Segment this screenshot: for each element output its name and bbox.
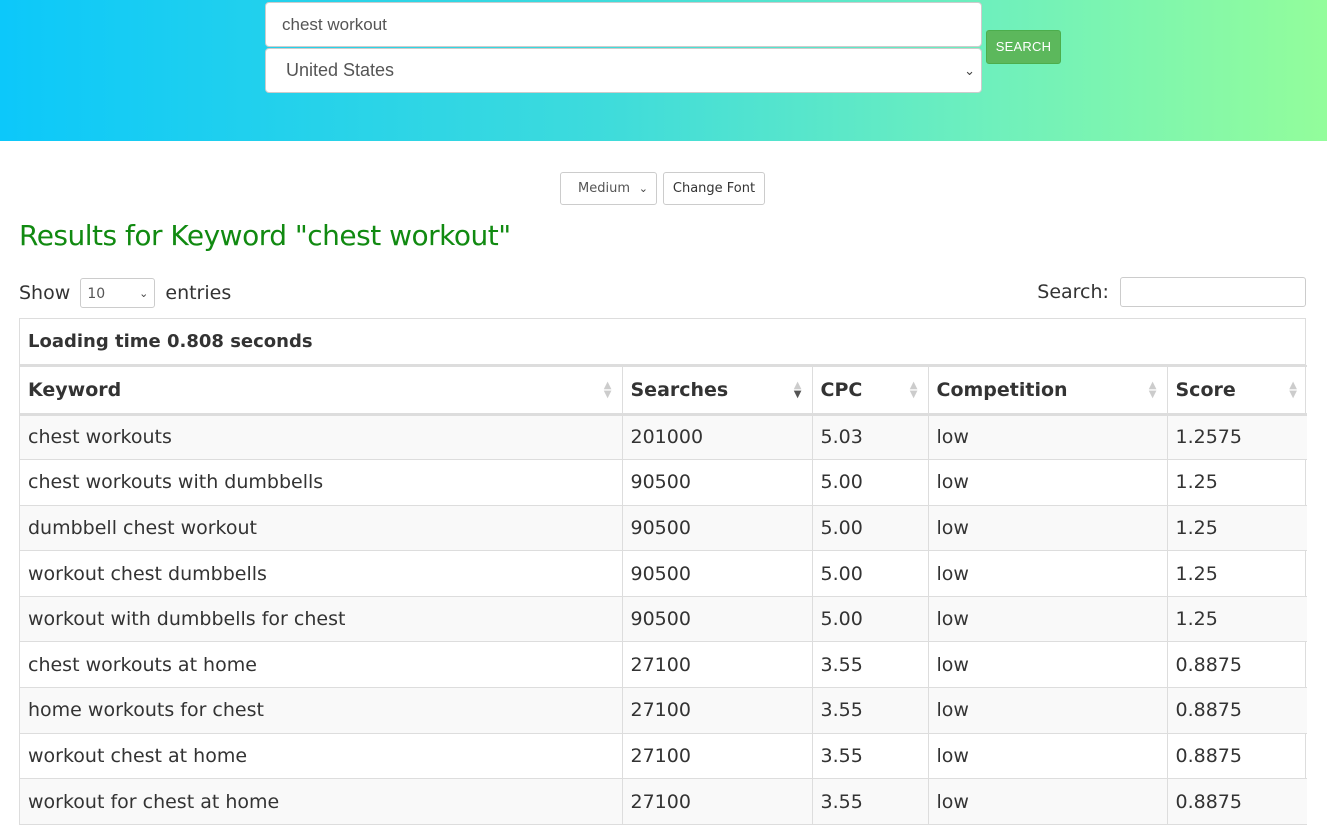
entries-label: entries [165, 282, 232, 304]
cpc-cell: 3.55 [811, 641, 928, 689]
score-cell: 0.8875 [1166, 733, 1307, 780]
entries-value: 10 [87, 286, 106, 302]
keyword-input[interactable]: chest workout [265, 2, 982, 47]
table-row: dumbbell chest workout 90500 5.00 low 1.25 [20, 505, 1307, 552]
searches-cell: 90500 [621, 596, 812, 643]
keyword-cell: dumbbell chest workout [20, 505, 622, 552]
score-cell: 1.25 [1166, 596, 1307, 643]
table-row: workout with dumbbells for chest 90500 5.0… [20, 596, 1307, 643]
searches-cell: 27100 [621, 778, 812, 825]
keyword-cell: workout chest at home [20, 733, 622, 780]
sort-icon: ▲ ▼ [1148, 380, 1157, 400]
chevron-down-icon: ⌄ [964, 63, 975, 78]
competition-cell: low [927, 459, 1167, 506]
keyword-cell: chest workouts with dumbbells [20, 459, 622, 506]
column-header-score[interactable]: Score ▲ ▼ [1166, 365, 1307, 416]
column-header-searches[interactable]: Searches ▲ ▼ [621, 365, 812, 416]
font-size-value: Medium [578, 181, 630, 196]
competition-cell: low [927, 505, 1167, 552]
table-search-input[interactable] [1120, 277, 1306, 307]
competition-cell: low [927, 641, 1167, 689]
table-row: chest workouts 201000 5.03 low 1.2575 [20, 414, 1307, 461]
keyword-cell: chest workouts [20, 414, 622, 461]
results-title: Results for Keyword "chest workout" [19, 219, 511, 252]
change-font-button[interactable]: Change Font [663, 172, 765, 205]
keyword-cell: chest workouts at home [20, 641, 622, 689]
competition-cell: low [927, 778, 1167, 825]
cpc-cell: 5.03 [811, 414, 928, 461]
table-row: home workouts for chest 27100 3.55 low 0.887… [20, 687, 1307, 734]
table-row: chest workouts at home 27100 3.55 low 0.8875 [20, 641, 1307, 689]
show-label: Show [19, 282, 71, 304]
table-row: workout chest dumbbells 90500 5.00 low 1.25 [20, 550, 1307, 597]
competition-cell: low [927, 596, 1167, 643]
keyword-cell: workout with dumbbells for chest [20, 596, 622, 643]
score-cell: 1.2575 [1166, 414, 1307, 461]
cpc-cell: 3.55 [811, 733, 928, 780]
cpc-cell: 5.00 [811, 596, 928, 643]
competition-cell: low [927, 550, 1167, 597]
competition-cell: low [927, 687, 1167, 734]
searches-cell: 90500 [621, 459, 812, 506]
header-banner: chest workout United States ⌄ SEARCH [0, 0, 1327, 141]
column-header-competition[interactable]: Competition ▲ ▼ [927, 365, 1167, 416]
competition-cell: low [927, 414, 1167, 461]
search-label: Search: [1037, 281, 1109, 303]
cpc-cell: 5.00 [811, 505, 928, 552]
search-button[interactable]: SEARCH [986, 30, 1061, 64]
entries-select[interactable]: 10 ⌄ [80, 278, 156, 308]
score-cell: 1.25 [1166, 459, 1307, 506]
column-header-cpc[interactable]: CPC ▲ ▼ [811, 365, 928, 416]
chevron-down-icon: ⌄ [139, 287, 149, 300]
searches-cell: 90500 [621, 505, 812, 552]
cpc-cell: 5.00 [811, 459, 928, 506]
keyword-cell: home workouts for chest [20, 687, 622, 734]
table-row: workout for chest at home 27100 3.55 low 0.8… [20, 778, 1307, 825]
country-select[interactable]: United States ⌄ [265, 48, 982, 93]
score-cell: 1.25 [1166, 505, 1307, 552]
keyword-cell: workout chest dumbbells [20, 550, 622, 597]
font-size-select[interactable]: Medium ⌄ [560, 172, 657, 205]
table-row: chest workouts with dumbbells 90500 5.00 lo… [20, 459, 1307, 506]
table-row: workout chest at home 27100 3.55 low 0.8875 [20, 733, 1307, 780]
sort-icon: ▲ ▼ [603, 380, 612, 400]
competition-cell: low [927, 733, 1167, 780]
table-filter: Search: [1037, 277, 1306, 307]
score-cell: 0.8875 [1166, 641, 1307, 689]
score-cell: 1.25 [1166, 550, 1307, 597]
searches-cell: 27100 [621, 641, 812, 689]
sort-icon: ▲ ▼ [1289, 380, 1297, 400]
keyword-cell: workout for chest at home [20, 778, 622, 825]
cpc-cell: 3.55 [811, 687, 928, 734]
searches-cell: 90500 [621, 550, 812, 597]
sort-desc-icon: ▲ ▼ [793, 380, 802, 400]
column-header-keyword[interactable]: Keyword ▲ ▼ [20, 365, 622, 416]
searches-cell: 27100 [621, 687, 812, 734]
sort-icon: ▲ ▼ [909, 380, 918, 400]
entries-length-control: Show 10 ⌄ entries [19, 278, 231, 308]
cpc-cell: 3.55 [811, 778, 928, 825]
score-cell: 0.8875 [1166, 778, 1307, 825]
score-cell: 0.8875 [1166, 687, 1307, 734]
chevron-down-icon: ⌄ [638, 182, 648, 195]
country-selected-value: United States [286, 60, 395, 80]
table-header-row: Keyword ▲ ▼ Searches ▲ ▼ CPC ▲ ▼ Competition ▲ ▼… [20, 365, 1307, 416]
searches-cell: 201000 [621, 414, 812, 461]
loading-time: Loading time 0.808 seconds [20, 319, 1305, 365]
cpc-cell: 5.00 [811, 550, 928, 597]
results-table: Loading time 0.808 seconds Keyword ▲ ▼ Sea… [19, 318, 1307, 825]
searches-cell: 27100 [621, 733, 812, 780]
